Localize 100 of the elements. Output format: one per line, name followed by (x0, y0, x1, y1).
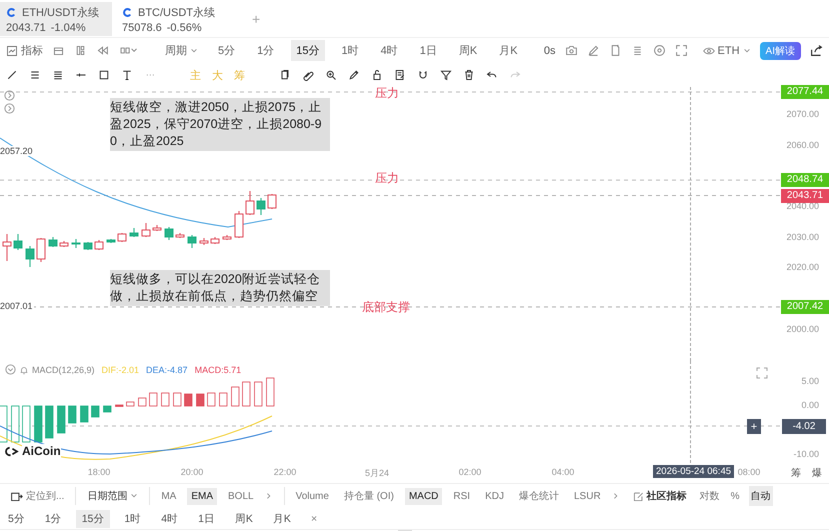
time-tick: 08:00 (738, 467, 760, 477)
candle (36, 238, 46, 262)
period-tab[interactable]: 4时 (155, 510, 184, 528)
add-line-button[interactable]: + (747, 419, 761, 434)
main-indicator-tab[interactable]: MA (157, 488, 180, 504)
sub-indicator-tab[interactable]: RSI (449, 488, 474, 504)
text-tool-icon[interactable] (121, 69, 133, 81)
period-tab[interactable]: 15分 (76, 510, 110, 528)
price-change: -1.04% (50, 22, 86, 34)
rectangle-tool-icon[interactable] (98, 69, 110, 81)
filter-icon[interactable] (440, 69, 452, 81)
time-tick: 22:00 (274, 467, 296, 477)
histogram-bar (149, 392, 158, 406)
histogram-bar (91, 406, 100, 418)
locate-button[interactable]: 定位到... (6, 486, 68, 506)
lock-icon[interactable] (371, 69, 383, 81)
close-button[interactable]: × (304, 510, 324, 526)
community-indicator-button[interactable]: 社区指标 (628, 486, 691, 506)
period-tab[interactable]: 4时 (376, 40, 403, 61)
logo-icon (4, 446, 19, 456)
histogram-bar (34, 406, 42, 442)
settings-icon[interactable] (652, 44, 666, 57)
sub-indicator-tab[interactable]: 持仓量 (OI) (340, 486, 398, 506)
copy-icon[interactable] (279, 69, 291, 81)
date-range-dropdown[interactable]: 日期范围 (83, 486, 142, 506)
columns-icon[interactable] (74, 44, 87, 57)
histogram-bar (254, 382, 262, 406)
line-tool-icon[interactable] (6, 69, 18, 81)
period-tab[interactable]: 月K (266, 510, 297, 528)
sub-indicator-tab[interactable]: 爆仓统计 (514, 486, 563, 506)
expand-icon[interactable] (4, 90, 15, 101)
zoom-icon[interactable] (325, 69, 337, 81)
bell-icon[interactable] (19, 364, 29, 374)
histogram-bar (242, 382, 250, 406)
chevron-down-icon (190, 46, 198, 54)
period-tab[interactable]: 1日 (414, 40, 442, 61)
sub-indicator-tab[interactable]: MACD (404, 488, 442, 504)
histogram-bar (173, 392, 182, 406)
share-icon[interactable] (810, 44, 823, 57)
candle (222, 234, 232, 240)
price-change: -0.56% (166, 22, 202, 34)
period-tab[interactable]: 周K (454, 40, 482, 61)
paperclip-icon[interactable] (302, 69, 314, 81)
period-tab[interactable]: 5分 (2, 510, 31, 528)
scale-option[interactable]: 对数 (698, 486, 722, 506)
zone-label: 底部支撑 (362, 299, 410, 316)
symbol-tab[interactable]: BTC/USDT永续 75078.6 -0.56% (116, 2, 228, 36)
parallel-lines-icon[interactable] (29, 69, 41, 81)
period-tab[interactable]: 1分 (38, 510, 68, 528)
scale-option[interactable]: % (728, 488, 742, 504)
price-tick: 2040.00 (786, 200, 819, 211)
main-indicator-tab[interactable]: BOLL (224, 488, 258, 504)
magnet-icon[interactable] (417, 69, 429, 81)
sub-indicator-tab[interactable]: KDJ (481, 488, 508, 504)
indicator-button[interactable]: 指标 (6, 43, 43, 58)
chevron-down-icon (742, 46, 751, 54)
candle (200, 238, 208, 246)
sub-indicator-tab[interactable]: LSUR (570, 488, 605, 504)
collapse-icon[interactable] (5, 364, 16, 375)
pencil-icon[interactable] (586, 44, 600, 57)
expand-icon[interactable] (4, 103, 15, 114)
period-tab[interactable]: 1日 (192, 510, 221, 528)
period-tab[interactable]: 1时 (336, 40, 364, 61)
trash-icon[interactable] (463, 69, 475, 81)
candle (176, 232, 184, 238)
period-tab[interactable]: 15分 (291, 40, 324, 61)
period-tab[interactable]: 月K (494, 40, 523, 61)
histogram-bar (11, 406, 20, 442)
sub-indicator-tab[interactable]: Volume (292, 488, 333, 504)
side-panel-tab[interactable]: 爆 (812, 466, 822, 480)
candle (106, 238, 116, 244)
period-tab[interactable]: 周K (228, 510, 259, 528)
brush-icon[interactable] (348, 69, 360, 81)
period-tab[interactable]: 1时 (118, 510, 148, 528)
candle (72, 238, 80, 248)
time-tick: 5月24 (364, 467, 390, 480)
scale-option[interactable]: 自动 (748, 486, 773, 506)
main-indicator-tab[interactable]: EMA (187, 488, 218, 504)
chart-icon (6, 44, 18, 56)
symbol-dropdown[interactable]: ETH (702, 44, 751, 56)
rewind-icon[interactable] (96, 44, 109, 57)
period-dropdown[interactable]: 周期 (165, 43, 198, 58)
ai-button[interactable]: AI解读 (760, 42, 801, 60)
fullscreen-icon[interactable] (674, 44, 688, 57)
histogram-bar (45, 406, 54, 438)
chevron-right-icon[interactable] (612, 492, 620, 500)
period-tab[interactable]: 5分 (213, 40, 240, 61)
side-panel-tab[interactable]: 筹 (791, 466, 801, 480)
maximize-icon[interactable] (756, 367, 768, 379)
candle (210, 236, 220, 244)
camera-icon[interactable] (564, 44, 578, 57)
note-icon[interactable] (394, 69, 406, 81)
dif-value: DIF:-2.01 (102, 364, 140, 374)
symbol-tab[interactable]: ETH/USDT永续 2043.71 -1.04% (0, 2, 112, 36)
edit-icon (632, 490, 644, 502)
chevron-right-icon[interactable] (264, 492, 273, 500)
extreme-price-label: 2007.01 (0, 301, 34, 311)
period-tab[interactable]: 1分 (252, 40, 280, 61)
candle (188, 234, 196, 248)
lines-icon[interactable] (52, 69, 64, 81)
